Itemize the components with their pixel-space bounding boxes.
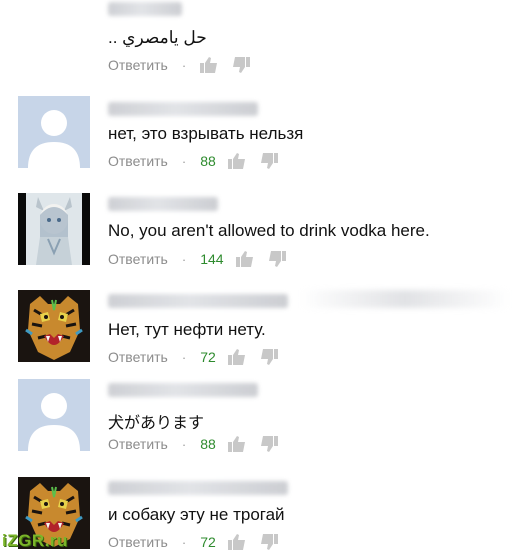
- comment-actions: Ответить · 72: [108, 533, 292, 551]
- comment-text: Нет, тут нефти нету.: [108, 320, 266, 339]
- separator-dot: ·: [181, 57, 187, 73]
- thumbs-up-icon[interactable]: [227, 436, 246, 452]
- separator-dot: ·: [181, 534, 187, 550]
- comment-actions: Ответить · 88: [108, 152, 292, 170]
- default-user-icon: [18, 379, 90, 451]
- comment-text: No, you aren't allowed to drink vodka he…: [108, 221, 430, 240]
- thumbs-up-icon[interactable]: [200, 57, 218, 73]
- reply-link[interactable]: Ответить: [108, 57, 168, 73]
- comment-actions: Ответить · 72: [108, 348, 292, 366]
- comment-actions: Ответить · 144: [108, 250, 300, 268]
- comment-text: нет, это взрывать нельзя: [108, 124, 304, 143]
- like-count: 88: [200, 436, 216, 452]
- comment-author-blurred[interactable]: [108, 481, 288, 495]
- thumbs-up-icon[interactable]: [235, 251, 254, 267]
- like-count: 144: [200, 251, 224, 267]
- avatar[interactable]: [18, 290, 90, 362]
- comment-actions: Ответить · 88: [108, 435, 292, 453]
- thumbs-up-icon[interactable]: [227, 534, 246, 550]
- anime-character-avatar: [18, 193, 90, 265]
- comment-author-blurred[interactable]: [108, 383, 258, 397]
- like-count: 72: [200, 349, 216, 365]
- reply-link[interactable]: Ответить: [108, 534, 168, 550]
- thumbs-down-icon[interactable]: [260, 534, 278, 550]
- site-watermark: iZGR.ru: [2, 531, 68, 550]
- reply-link[interactable]: Ответить: [108, 436, 168, 452]
- thumbs-down-icon[interactable]: [268, 251, 286, 267]
- comment-author-blurred[interactable]: [108, 197, 218, 211]
- avatar[interactable]: [18, 379, 90, 451]
- separator-dot: ·: [181, 251, 187, 267]
- reply-link[interactable]: Ответить: [108, 349, 168, 365]
- reply-link[interactable]: Ответить: [108, 251, 168, 267]
- separator-dot: ·: [181, 153, 187, 169]
- separator-dot: ·: [181, 349, 187, 365]
- comment-author-blurred[interactable]: [108, 2, 182, 16]
- thumbs-up-icon[interactable]: [227, 153, 246, 169]
- default-user-icon: [18, 96, 90, 168]
- reply-link[interactable]: Ответить: [108, 153, 168, 169]
- thumbs-down-icon[interactable]: [260, 153, 278, 169]
- comment-text: حل يامصري ..: [108, 28, 207, 47]
- comment-text: и собаку эту не трогай: [108, 505, 285, 524]
- background-blur-band: [300, 290, 510, 308]
- thumbs-down-icon[interactable]: [232, 57, 251, 73]
- comment-actions: Ответить ·: [108, 56, 264, 74]
- avatar[interactable]: [18, 193, 90, 265]
- avatar[interactable]: [18, 96, 90, 168]
- separator-dot: ·: [181, 436, 187, 452]
- thumbs-up-icon[interactable]: [227, 349, 246, 365]
- thumbs-down-icon[interactable]: [260, 436, 278, 452]
- comment-text: 犬があります: [108, 415, 205, 432]
- like-count: 88: [200, 153, 216, 169]
- like-count: 72: [200, 534, 216, 550]
- comment-author-blurred[interactable]: [108, 102, 258, 116]
- comment-author-blurred[interactable]: [108, 294, 288, 308]
- thumbs-down-icon[interactable]: [260, 349, 278, 365]
- tiger-avatar: [18, 290, 90, 362]
